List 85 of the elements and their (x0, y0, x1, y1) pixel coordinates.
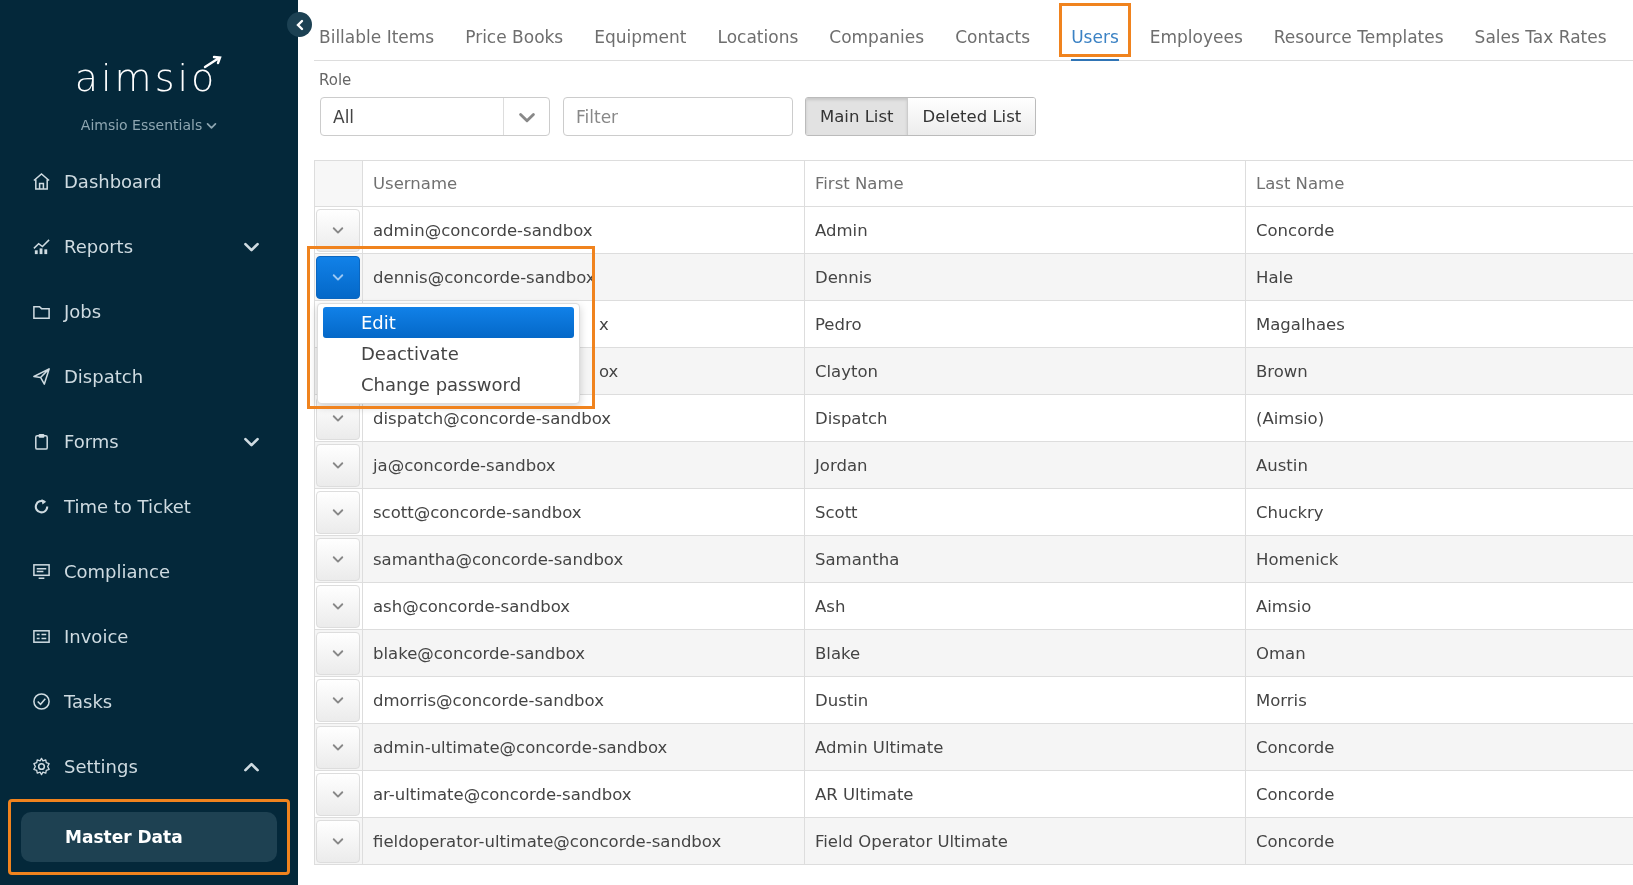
field-label: Role (319, 71, 353, 89)
chevron-icon (332, 694, 344, 706)
table-cell: Austin (1245, 441, 1633, 489)
tab[interactable]: Sales Tax Rates (1469, 0, 1622, 60)
tab[interactable]: Resource Templates (1268, 0, 1459, 60)
table-cell: Admin (804, 206, 1246, 254)
refresh-icon (32, 497, 51, 516)
check-circle-icon (32, 692, 51, 711)
table-cell: Samantha (804, 535, 1246, 583)
tab[interactable]: Contacts (950, 0, 1046, 60)
table-cell: AR Ultimate (804, 770, 1246, 818)
chevron-icon (332, 788, 344, 800)
nav-item[interactable]: Reports (0, 214, 298, 279)
tab[interactable]: Locations (712, 0, 814, 60)
tab[interactable]: Price Books (460, 0, 579, 60)
menu-item[interactable]: Edit (323, 307, 574, 338)
table-cell: Admin Ultimate (804, 723, 1246, 771)
nav-item[interactable]: Dashboard (0, 149, 298, 214)
tab[interactable]: Companies (824, 0, 940, 60)
table-cell: Dispatch (804, 394, 1246, 442)
tab[interactable]: Users (1056, 0, 1134, 60)
chevron-icon (332, 506, 344, 518)
table-cell: Homenick (1245, 535, 1633, 583)
table-cell: Brown (1245, 347, 1633, 395)
table-cell: blake@concorde-sandbox (362, 629, 805, 677)
collapse-button[interactable] (287, 12, 312, 37)
chevron-icon (332, 412, 344, 424)
table-cell: Hale (1245, 253, 1633, 301)
table-cell: scott@concorde-sandbox (362, 488, 805, 536)
column-header[interactable]: Last Name (1245, 160, 1633, 207)
table-cell: ar-ultimate@concorde-sandbox (362, 770, 805, 818)
table-cell: Concorde (1245, 817, 1633, 865)
workspace-switcher[interactable]: Aimsio Essentials (80, 117, 218, 133)
settings-icon (32, 757, 51, 776)
nav-subitem[interactable]: Master Data (21, 812, 277, 862)
table-cell: Ash (804, 582, 1246, 630)
column-header[interactable]: First Name (804, 160, 1246, 207)
table-cell: Clayton (804, 347, 1246, 395)
home-icon (32, 172, 51, 191)
nav-item[interactable]: Dispatch (0, 344, 298, 409)
nav-item[interactable]: Tasks (0, 669, 298, 734)
table-cell: samantha@concorde-sandbox (362, 535, 805, 583)
table-cell: dennis@concorde-sandbox (362, 253, 805, 301)
tab[interactable]: Equipment (589, 0, 702, 60)
table-cell: Jordan (804, 441, 1246, 489)
table-cell: Dennis (804, 253, 1246, 301)
tab[interactable]: Employees (1144, 0, 1258, 60)
nav-item[interactable]: Forms (0, 409, 298, 474)
table-cell: Pedro (804, 300, 1246, 348)
table-cell: admin-ultimate@concorde-sandbox (362, 723, 805, 771)
column-header[interactable]: Username (362, 160, 805, 207)
chevron-icon (332, 271, 344, 283)
chevron-icon (332, 224, 344, 236)
table-cell: fieldoperator-ultimate@concorde-sandbox (362, 817, 805, 865)
filter-field[interactable]: Filter (563, 97, 793, 136)
segment-button[interactable]: Deleted List (907, 98, 1036, 135)
invoice-icon (32, 627, 51, 646)
table-cell: ja@concorde-sandbox (362, 441, 805, 489)
nav-item[interactable]: Compliance (0, 539, 298, 604)
chevron-icon (332, 553, 344, 565)
row-menu-button[interactable] (316, 255, 360, 299)
chevron-icon (332, 459, 344, 471)
table-cell: ash@concorde-sandbox (362, 582, 805, 630)
nav-item[interactable]: Invoice (0, 604, 298, 669)
table-cell: Field Operator Ultimate (804, 817, 1246, 865)
table-cell: Concorde (1245, 723, 1633, 771)
chart-icon (32, 237, 51, 256)
segment-button[interactable]: Main List (806, 98, 908, 135)
role-select[interactable]: All (320, 97, 550, 136)
table-cell: Oman (1245, 629, 1633, 677)
table-cell: Dustin (804, 676, 1246, 724)
chevron-icon (332, 835, 344, 847)
table-cell: Blake (804, 629, 1246, 677)
tab[interactable]: Billable Items (314, 0, 450, 60)
clipboard-icon (32, 432, 51, 451)
chevron-icon (332, 741, 344, 753)
table-cell: dmorris@concorde-sandbox (362, 676, 805, 724)
chevron-icon (332, 600, 344, 612)
paper-plane-icon (32, 367, 51, 386)
nav-item[interactable]: Time to Ticket (0, 474, 298, 539)
table-cell: Scott (804, 488, 1246, 536)
nav-item[interactable]: Settings (0, 734, 298, 799)
nav-item[interactable]: Jobs (0, 279, 298, 344)
chevron-icon (332, 647, 344, 659)
monitor-icon (32, 562, 51, 581)
